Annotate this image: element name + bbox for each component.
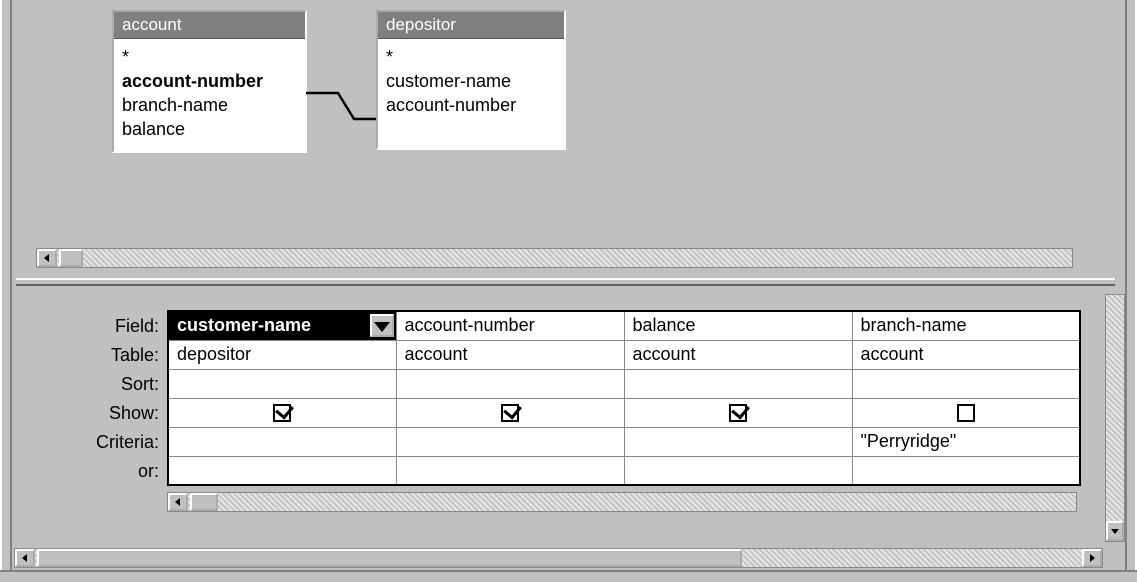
window-frame-left bbox=[0, 0, 12, 582]
grid-row-sort bbox=[168, 369, 1080, 398]
grid-row-show bbox=[168, 398, 1080, 427]
table-cell[interactable]: depositor bbox=[168, 340, 396, 369]
window-frame-right bbox=[1125, 0, 1137, 582]
triangle-left-icon bbox=[173, 497, 183, 507]
row-label-sort: Sort: bbox=[22, 370, 167, 399]
show-cell[interactable] bbox=[396, 398, 624, 427]
show-cell[interactable] bbox=[624, 398, 852, 427]
or-cell[interactable] bbox=[624, 456, 852, 485]
grid-row-or bbox=[168, 456, 1080, 485]
or-cell[interactable] bbox=[852, 456, 1080, 485]
window-frame-bottom bbox=[0, 570, 1137, 582]
show-checkbox[interactable] bbox=[501, 404, 519, 422]
row-label-table: Table: bbox=[22, 341, 167, 370]
field-item[interactable]: * bbox=[386, 45, 554, 69]
field-item[interactable]: * bbox=[122, 45, 295, 69]
field-cell[interactable]: account-number bbox=[396, 311, 624, 340]
field-item[interactable]: account-number bbox=[122, 69, 295, 93]
or-cell[interactable] bbox=[168, 456, 396, 485]
table-title-depositor[interactable]: depositor bbox=[378, 12, 564, 39]
table-fields-depositor: * customer-name account-number bbox=[378, 39, 564, 127]
criteria-cell[interactable] bbox=[168, 427, 396, 456]
sort-cell[interactable] bbox=[624, 369, 852, 398]
grid-row-table: depositor account account account bbox=[168, 340, 1080, 369]
field-dropdown-button[interactable] bbox=[370, 314, 394, 337]
row-label-criteria: Criteria: bbox=[22, 428, 167, 457]
table-cell[interactable]: account bbox=[624, 340, 852, 369]
relationship-line[interactable] bbox=[304, 85, 380, 131]
scroll-left-button[interactable] bbox=[168, 493, 188, 511]
scroll-thumb[interactable] bbox=[37, 549, 742, 567]
field-cell-value: customer-name bbox=[177, 315, 311, 335]
row-label-field: Field: bbox=[22, 312, 167, 341]
scroll-left-button[interactable] bbox=[15, 549, 35, 567]
grid-row-criteria: "Perryridge" bbox=[168, 427, 1080, 456]
show-cell[interactable] bbox=[168, 398, 396, 427]
triangle-down-icon bbox=[1110, 526, 1120, 536]
show-checkbox[interactable] bbox=[957, 404, 975, 422]
table-cell[interactable]: account bbox=[852, 340, 1080, 369]
scroll-left-button[interactable] bbox=[37, 249, 57, 267]
diagram-hscrollbar[interactable] bbox=[36, 248, 1073, 268]
outer-vscrollbar[interactable] bbox=[1105, 294, 1125, 542]
or-cell[interactable] bbox=[396, 456, 624, 485]
sort-cell[interactable] bbox=[168, 369, 396, 398]
triangle-down-icon bbox=[372, 316, 392, 336]
field-item[interactable]: customer-name bbox=[386, 69, 554, 93]
criteria-cell[interactable] bbox=[396, 427, 624, 456]
triangle-right-icon bbox=[1087, 553, 1097, 563]
show-checkbox[interactable] bbox=[273, 404, 291, 422]
table-cell[interactable]: account bbox=[396, 340, 624, 369]
query-grid: customer-name account-number balance bra… bbox=[167, 310, 1081, 486]
show-checkbox[interactable] bbox=[729, 404, 747, 422]
field-cell[interactable]: branch-name bbox=[852, 311, 1080, 340]
row-label-show: Show: bbox=[22, 399, 167, 428]
table-window-account[interactable]: account * account-number branch-name bal… bbox=[112, 10, 307, 153]
scroll-right-button[interactable] bbox=[1082, 549, 1102, 567]
criteria-cell[interactable]: "Perryridge" bbox=[852, 427, 1080, 456]
sort-cell[interactable] bbox=[852, 369, 1080, 398]
triangle-left-icon bbox=[20, 553, 30, 563]
field-cell[interactable]: customer-name bbox=[168, 311, 396, 340]
table-window-depositor[interactable]: depositor * customer-name account-number bbox=[376, 10, 566, 150]
field-item[interactable]: branch-name bbox=[122, 93, 295, 117]
table-title-account[interactable]: account bbox=[114, 12, 305, 39]
pane-splitter[interactable] bbox=[16, 278, 1115, 286]
grid-hscrollbar[interactable] bbox=[167, 492, 1077, 512]
grid-row-field: customer-name account-number balance bra… bbox=[168, 311, 1080, 340]
criteria-cell[interactable] bbox=[624, 427, 852, 456]
show-cell[interactable] bbox=[852, 398, 1080, 427]
scroll-thumb[interactable] bbox=[190, 493, 218, 511]
field-item[interactable]: balance bbox=[122, 117, 295, 141]
row-label-or: or: bbox=[22, 457, 167, 486]
grid-row-labels: Field: Table: Sort: Show: Criteria: or: bbox=[22, 312, 167, 486]
field-item[interactable]: account-number bbox=[386, 93, 554, 117]
diagram-pane[interactable]: account * account-number branch-name bal… bbox=[22, 0, 1113, 272]
outer-hscrollbar[interactable] bbox=[14, 548, 1103, 568]
scroll-thumb[interactable] bbox=[59, 249, 83, 267]
query-grid-pane: Field: Table: Sort: Show: Criteria: or: … bbox=[22, 300, 1097, 540]
scroll-down-button[interactable] bbox=[1106, 521, 1124, 541]
triangle-left-icon bbox=[42, 253, 52, 263]
table-fields-account: * account-number branch-name balance bbox=[114, 39, 305, 151]
sort-cell[interactable] bbox=[396, 369, 624, 398]
field-cell[interactable]: balance bbox=[624, 311, 852, 340]
